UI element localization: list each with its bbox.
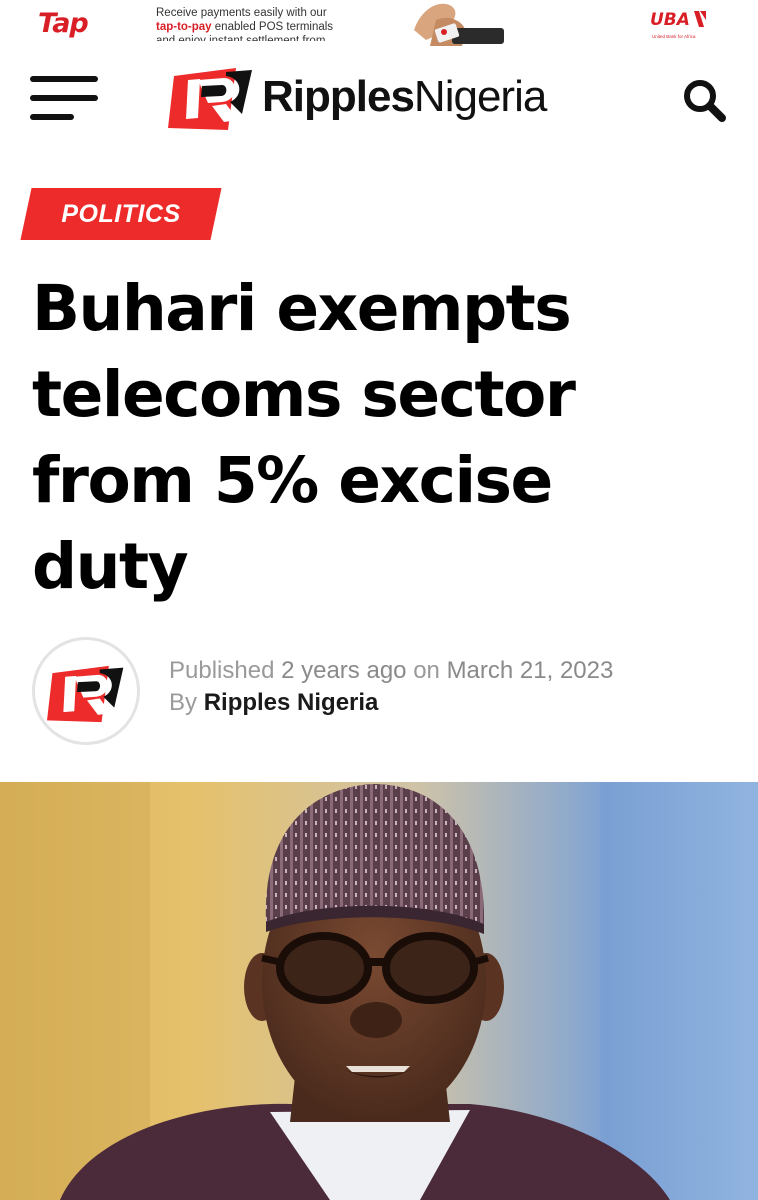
search-icon <box>684 80 726 122</box>
article-headline: Buhari exempts telecoms sector from 5% e… <box>32 266 732 610</box>
published-line: Published 2 years ago on March 21, 2023 <box>169 655 613 687</box>
category-label: POLITICS <box>61 199 181 228</box>
on-label: on <box>413 657 440 684</box>
headline-line-1: Buhari exempts <box>32 272 572 345</box>
uba-tagline: United Bank for Africa <box>652 34 696 39</box>
hamburger-icon-bar-3 <box>30 114 74 120</box>
ad-line-2: tap-to-pay enabled POS terminals <box>156 20 376 34</box>
uba-mark-icon <box>693 11 706 27</box>
featured-image <box>0 782 758 1200</box>
ad-banner[interactable]: Tap Receive payments easily with our tap… <box>0 0 758 46</box>
logo-wordmark: RipplesNigeria <box>262 72 547 122</box>
logo-text-light: Nigeria <box>413 72 547 121</box>
by-label: By <box>169 689 198 716</box>
ad-highlight: tap-to-pay <box>156 21 212 33</box>
hamburger-icon-bar-1 <box>30 76 98 82</box>
published-date: March 21, 2023 <box>446 657 614 684</box>
menu-button[interactable] <box>30 76 102 120</box>
logo-text-bold: Ripples <box>262 72 415 121</box>
uba-logo-text: UBA <box>650 10 690 30</box>
hamburger-icon-bar-2 <box>30 95 98 101</box>
author-avatar[interactable] <box>32 637 140 745</box>
category-tag[interactable]: POLITICS <box>20 188 222 240</box>
featured-photo <box>0 782 758 1200</box>
uba-logo: UBA <box>650 10 706 30</box>
ad-line-2-rest: enabled POS terminals <box>211 21 334 33</box>
search-button[interactable] <box>680 76 728 124</box>
article-byline: Published 2 years ago on March 21, 2023 … <box>169 655 613 719</box>
published-label: Published <box>169 657 275 684</box>
headline-line-2: telecoms sector <box>32 358 576 431</box>
site-header: RipplesNigeria <box>0 46 758 150</box>
ripples-avatar-icon <box>47 665 124 723</box>
ad-line-3: and enjoy instant settlement from <box>156 35 326 41</box>
pos-terminal-image <box>414 3 504 46</box>
ad-line-1: Receive payments easily with our <box>156 7 327 19</box>
ad-brand: Tap <box>38 8 89 39</box>
ripples-logo-icon <box>168 68 252 130</box>
author-link[interactable]: Ripples Nigeria <box>204 689 379 716</box>
ad-text: Receive payments easily with our tap-to-… <box>156 6 376 41</box>
headline-line-3: from 5% excise <box>32 444 553 517</box>
site-logo[interactable]: RipplesNigeria <box>168 64 598 134</box>
published-relative: 2 years ago <box>281 657 407 684</box>
headline-line-4: duty <box>32 530 189 603</box>
author-line: By Ripples Nigeria <box>169 687 613 719</box>
